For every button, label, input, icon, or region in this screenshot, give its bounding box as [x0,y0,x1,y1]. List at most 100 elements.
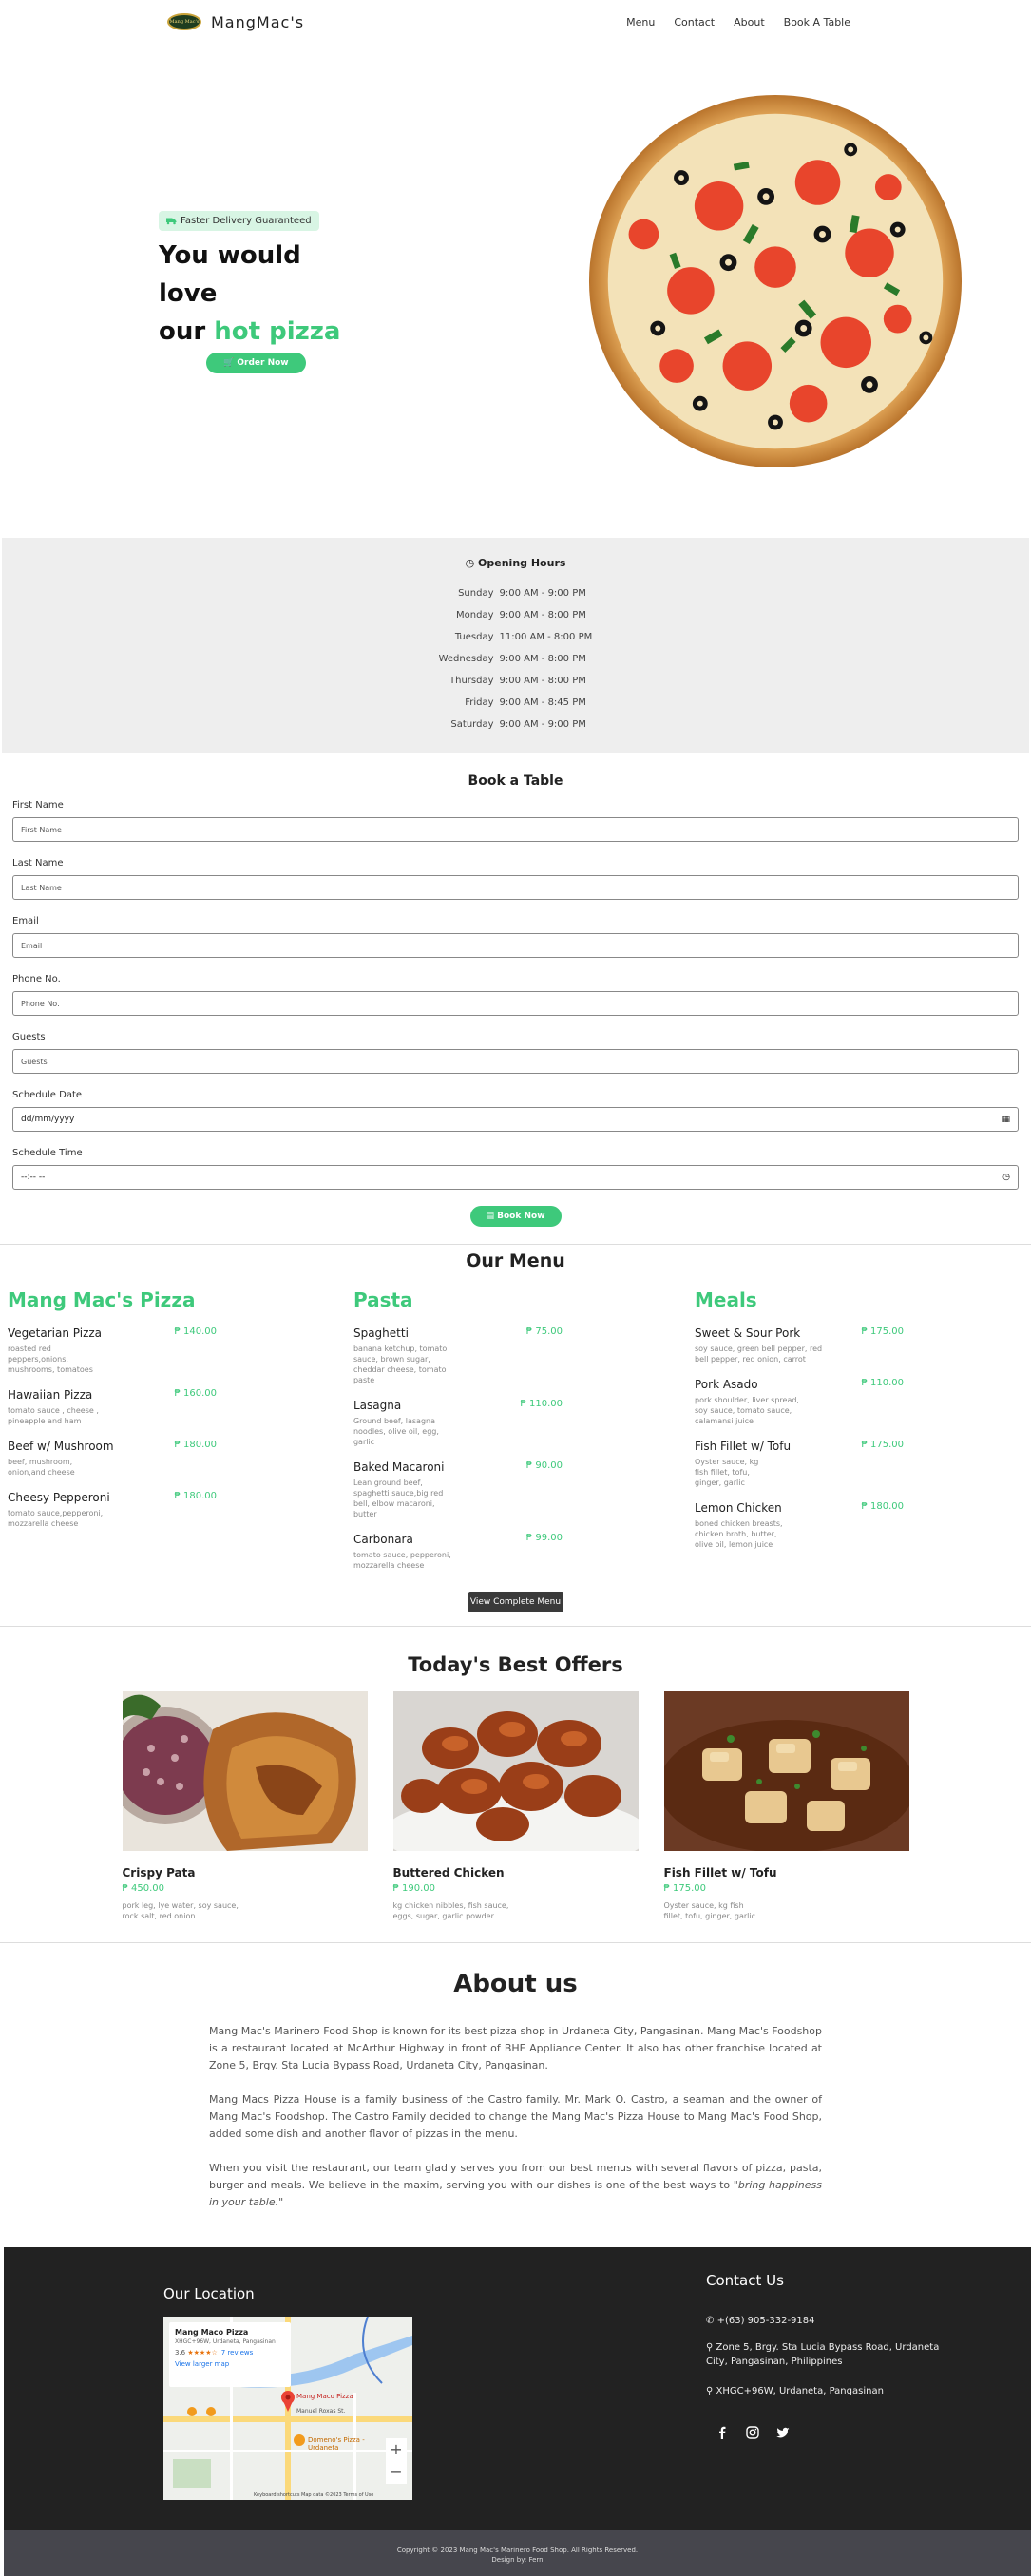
footer: Our Location Mang Maco Pizza XHGC+96W, U… [4,2247,1031,2530]
hero-section: Faster Delivery Guaranteed You would lov… [0,44,1031,492]
guests-field[interactable]: Guests [12,1049,1019,1074]
phone-field[interactable]: Phone No. [12,991,1019,1016]
badge-text: Faster Delivery Guaranteed [181,216,312,226]
menu-item-desc: tomato sauce, pepperoni, mozzarella chee… [353,1551,451,1570]
navbar: Mang Mac's MangMac's Menu Contact About … [0,0,1031,44]
offer-desc: Oyster sauce, kg fish fillet, tofu, ging… [663,1901,756,1920]
view-larger-map-link[interactable]: View larger map [175,2360,285,2368]
menu-item: Spaghetti ₱ 75.00 banana ketchup, tomato s… [353,1326,563,1385]
first-name-label: First Name [12,800,64,811]
order-now-button[interactable]: 🛒 Order Now [206,353,306,373]
menu-item: Fish Fillet w/ Tofu ₱ 175.00 Oyster sauce,… [695,1440,904,1488]
menu-columns: Mang Mac's Pizza Vegetarian Pizza ₱ 140.0… [0,1288,1031,1584]
email-label: Email [12,916,39,926]
menu-item-price: ₱ 160.00 [174,1388,217,1399]
hours-day: Sunday [458,588,494,599]
clock-icon: ◷ [465,557,475,569]
hero-title-highlight: hot pizza [214,317,341,346]
zoom-out-icon[interactable]: − [386,2461,407,2484]
menu-item-price: ₱ 110.00 [520,1399,563,1409]
crispy-pata-image [105,1691,368,1851]
menu-item: Lemon Chicken ₱ 180.00 boned chicken breas… [695,1501,904,1550]
map-marker-icon: ⚲ [706,2342,714,2353]
facebook-icon[interactable] [716,2425,729,2439]
book-now-button[interactable]: ▤ Book Now [469,1206,562,1227]
schedule-date-field[interactable]: dd/mm/yyyy ▦ [12,1107,1019,1132]
menu-column-heading: Mang Mac's Pizza [8,1288,196,1311]
map-place-name: Mang Maco Pizza [175,2328,249,2337]
hours-day: Tuesday [454,632,494,642]
menu-section: Our Menu Mang Mac's Pizza Vegetarian Piz… [0,1245,1031,1627]
star-icons: ★★★★☆ [187,2349,218,2357]
last-name-field[interactable]: Last Name [12,875,1019,900]
instagram-icon[interactable] [746,2425,759,2439]
brand-name: MangMac's [211,12,305,31]
nav-link-book-table[interactable]: Book A Table [784,16,850,29]
offer-name: Buttered Chicken [392,1866,505,1880]
offer-name: Fish Fillet w/ Tofu [663,1866,777,1880]
nav-link-menu[interactable]: Menu [626,16,655,29]
hours-row: Monday 9:00 AM - 8:00 PM [2,604,1029,626]
menu-item-price: ₱ 180.00 [174,1440,217,1450]
hours-time: 9:00 AM - 8:00 PM [499,610,586,620]
hours-time: 9:00 AM - 9:00 PM [499,588,586,599]
contact-phone-text: +(63) 905-332-9184 [716,2316,815,2326]
menu-item: Vegetarian Pizza ₱ 140.00 roasted red pepp… [8,1326,217,1375]
map-street-label: Manuel Roxas St. [296,2408,346,2414]
menu-item-desc: soy sauce, green bell pepper, red bell p… [694,1345,823,1364]
map-footer: Keyboard shortcuts Map data ©2023 Terms … [254,2492,374,2498]
menu-item: Sweet & Sour Pork ₱ 175.00 soy sauce, gree… [695,1326,904,1364]
booking-title: Book a Table [468,773,563,789]
menu-item-price: ₱ 99.00 [525,1533,563,1543]
offer-desc: kg chicken nibbles, fish sauce, eggs, su… [392,1901,509,1920]
first-name-field[interactable]: First Name [12,817,1019,842]
clock-icon[interactable]: ◷ [1002,1173,1010,1182]
email-field[interactable]: Email [12,933,1019,958]
nav-links: Menu Contact About Book A Table [626,16,850,29]
calendar-icon[interactable]: ▦ [1002,1115,1010,1124]
map-pin-label: Domeno's Pizza - Urdaneta [308,2436,365,2452]
menu-item-name: Pork Asado [694,1378,758,1391]
menu-item-name: Sweet & Sour Pork [694,1326,801,1340]
offer-card[interactable]: Buttered Chicken ₱ 190.00 kg chicken nib… [382,1691,649,1921]
view-complete-menu-button[interactable]: View Complete Menu [468,1592,563,1612]
offers-section: Today's Best Offers Crispy Pata ₱ 450.00… [0,1627,1031,1943]
phone-label: Phone No. [12,974,61,984]
map-zoom-control[interactable]: + − [386,2438,407,2484]
map-reviews-link[interactable]: 7 reviews [221,2349,253,2357]
menu-item-desc: tomato sauce , cheese , pineapple and ha… [8,1406,99,1425]
menu-item-desc: Oyster sauce, kg fish fillet, tofu, ging… [694,1458,759,1487]
map-rating: 3.6 ★★★★☆ 7 reviews [175,2349,285,2357]
nav-link-contact[interactable]: Contact [674,16,715,29]
menu-column-pizza: Mang Mac's Pizza Vegetarian Pizza ₱ 140.0… [8,1288,349,1584]
last-name-placeholder: Last Name [21,883,62,892]
menu-item-price: ₱ 140.00 [174,1326,217,1337]
about-paragraph-text: When you visit the restaurant, our team … [209,2162,822,2191]
book-now-label: Book Now [497,1212,545,1221]
cart-icon: 🛒 [223,358,235,368]
menu-item-desc: Ground beef, lasagna noodles, olive oil,… [353,1417,439,1446]
zoom-in-icon[interactable]: + [386,2438,407,2461]
hero-text: Faster Delivery Guaranteed You would lov… [159,211,349,373]
opening-hours-title: ◷ Opening Hours [2,557,1029,569]
offer-card[interactable]: Fish Fillet w/ Tofu ₱ 175.00 Oyster sauc… [658,1691,915,1921]
menu-item: Pork Asado ₱ 110.00 pork shoulder, liver s… [695,1378,904,1426]
hours-row: Tuesday 11:00 AM - 8:00 PM [2,626,1029,648]
hours-time: 11:00 AM - 8:00 PM [499,632,593,642]
twitter-icon[interactable] [776,2425,790,2438]
offer-card[interactable]: Crispy Pata ₱ 450.00 pork leg, lye water… [105,1691,368,1921]
menu-item-name: Cheesy Pepperoni [8,1491,110,1504]
schedule-time-field[interactable]: --:-- -- ◷ [12,1165,1019,1190]
menu-item: Lasagna ₱ 110.00 Ground beef, lasagna nood… [353,1399,563,1447]
menu-item-name: Spaghetti [353,1326,409,1340]
location-map[interactable]: Mang Maco Pizza XHGC+96W, Urdaneta, Pang… [163,2317,412,2500]
menu-item-price: ₱ 90.00 [525,1460,563,1471]
contact-address-text: Zone 5, Brgy. Sta Lucia Bypass Road, Urd… [706,2342,940,2367]
menu-item: Baked Macaroni ₱ 90.00 Lean ground beef, s… [353,1460,563,1519]
nav-link-about[interactable]: About [734,16,765,29]
menu-item-price: ₱ 110.00 [861,1378,904,1388]
brand[interactable]: Mang Mac's MangMac's [167,13,304,31]
hours-time: 9:00 AM - 8:00 PM [499,654,586,664]
menu-item-name: Fish Fillet w/ Tofu [694,1440,792,1453]
copyright-text: Copyright © 2023 Mang Mac's Marinero Foo… [396,2547,639,2554]
